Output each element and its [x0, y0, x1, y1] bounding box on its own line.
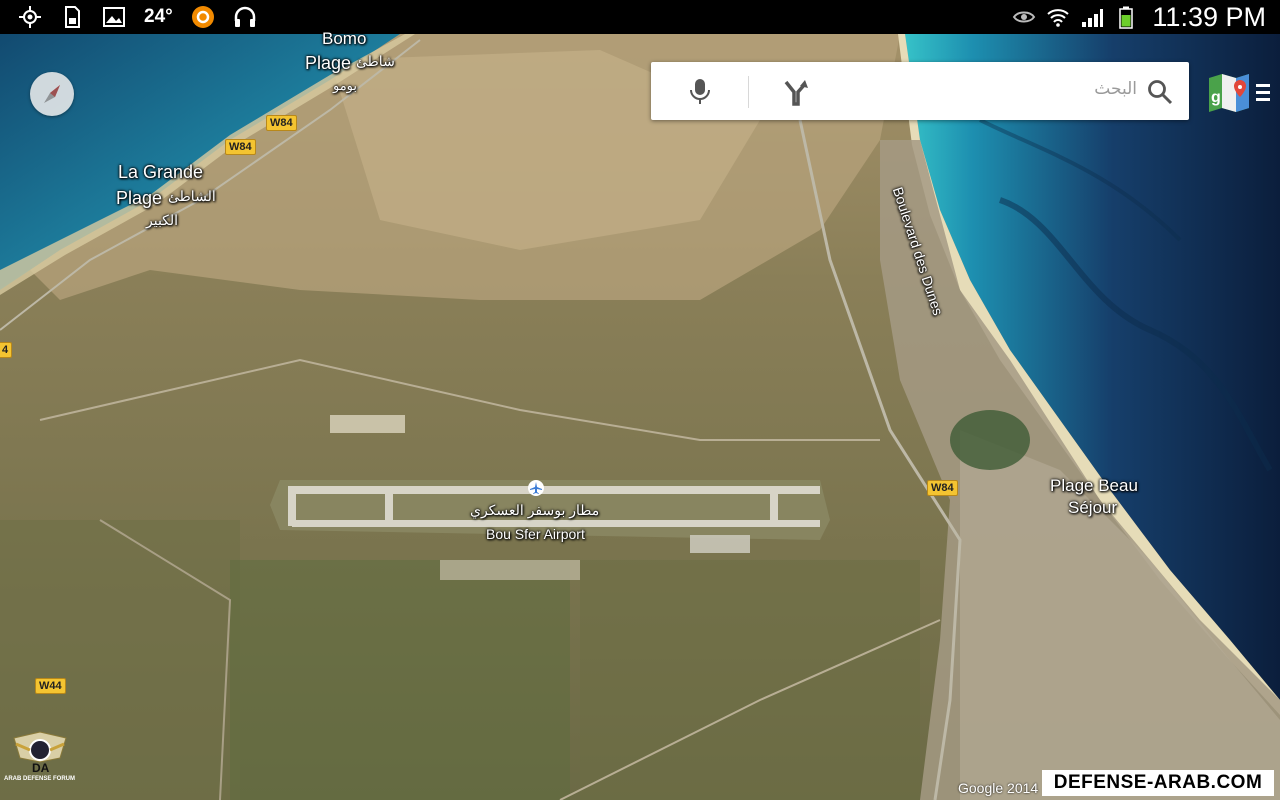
- compass-button[interactable]: [30, 72, 74, 116]
- search-placeholder[interactable]: البحث: [1094, 79, 1137, 99]
- status-bar: 24° 11:39 PM: [0, 0, 1280, 34]
- place-label-sejour[interactable]: Séjour: [1068, 498, 1117, 518]
- svg-text:DA: DA: [32, 761, 50, 775]
- search-icon[interactable]: [1147, 79, 1173, 105]
- search-divider: [748, 76, 749, 108]
- search-box[interactable]: البحث: [651, 62, 1189, 120]
- gps-icon: [19, 6, 41, 28]
- place-label-bomo-plage[interactable]: Plage: [305, 53, 351, 74]
- forum-logo-text: ARAB DEFENSE FORUM: [4, 776, 76, 782]
- weather-temperature: 24°: [144, 6, 173, 27]
- status-bar-left: 24°: [18, 0, 257, 34]
- directions-icon[interactable]: [781, 78, 811, 106]
- place-label-bomo-ar-1[interactable]: شاطئ: [356, 53, 395, 70]
- place-label-bomo-ar-2[interactable]: بومو: [333, 78, 357, 94]
- sd-card-icon: [65, 6, 80, 28]
- status-bar-right: 11:39 PM: [1012, 0, 1266, 34]
- wifi-icon: [1047, 9, 1070, 27]
- road-shield-edge: 4: [0, 342, 13, 358]
- svg-text:g: g: [1211, 89, 1221, 106]
- place-label-bomo[interactable]: Bomo: [322, 29, 366, 49]
- battery-icon: [1119, 6, 1134, 29]
- road-shield-w84: W84: [266, 115, 297, 131]
- sync-app-icon: [191, 6, 214, 28]
- compass-needle-icon: [44, 85, 60, 103]
- place-label-la-grande-plage[interactable]: Plage: [116, 188, 162, 209]
- gallery-icon: [103, 7, 125, 27]
- airplane-icon: [530, 482, 542, 494]
- road-shield-w44: W44: [35, 678, 66, 694]
- clock: 11:39 PM: [1152, 1, 1266, 32]
- microphone-icon[interactable]: [689, 78, 711, 106]
- satellite-map[interactable]: [0, 0, 1280, 800]
- watermark: DEFENSE-ARAB.COM: [1042, 770, 1274, 796]
- place-label-grande-ar-2[interactable]: الكبير: [146, 212, 178, 229]
- map-credit: Google 2014: [958, 780, 1039, 796]
- headphones-icon: [234, 6, 255, 27]
- airport-label-en[interactable]: Bou Sfer Airport: [486, 526, 585, 542]
- menu-icon[interactable]: [1256, 82, 1270, 104]
- signal-icon: [1082, 9, 1104, 27]
- place-label-la-grande[interactable]: La Grande: [118, 162, 203, 183]
- airport-pin[interactable]: [528, 480, 544, 496]
- road-shield-w84: W84: [225, 139, 256, 155]
- google-maps-logo-icon[interactable]: g: [1207, 72, 1251, 114]
- road-shield-w84: W84: [927, 480, 958, 496]
- eye-icon: [1013, 11, 1036, 23]
- place-label-grande-ar-1[interactable]: الشاطئ: [168, 188, 216, 205]
- place-label-plage-beau[interactable]: Plage Beau: [1050, 476, 1138, 496]
- airport-label-ar[interactable]: مطار بوسفر العسكري: [470, 502, 599, 519]
